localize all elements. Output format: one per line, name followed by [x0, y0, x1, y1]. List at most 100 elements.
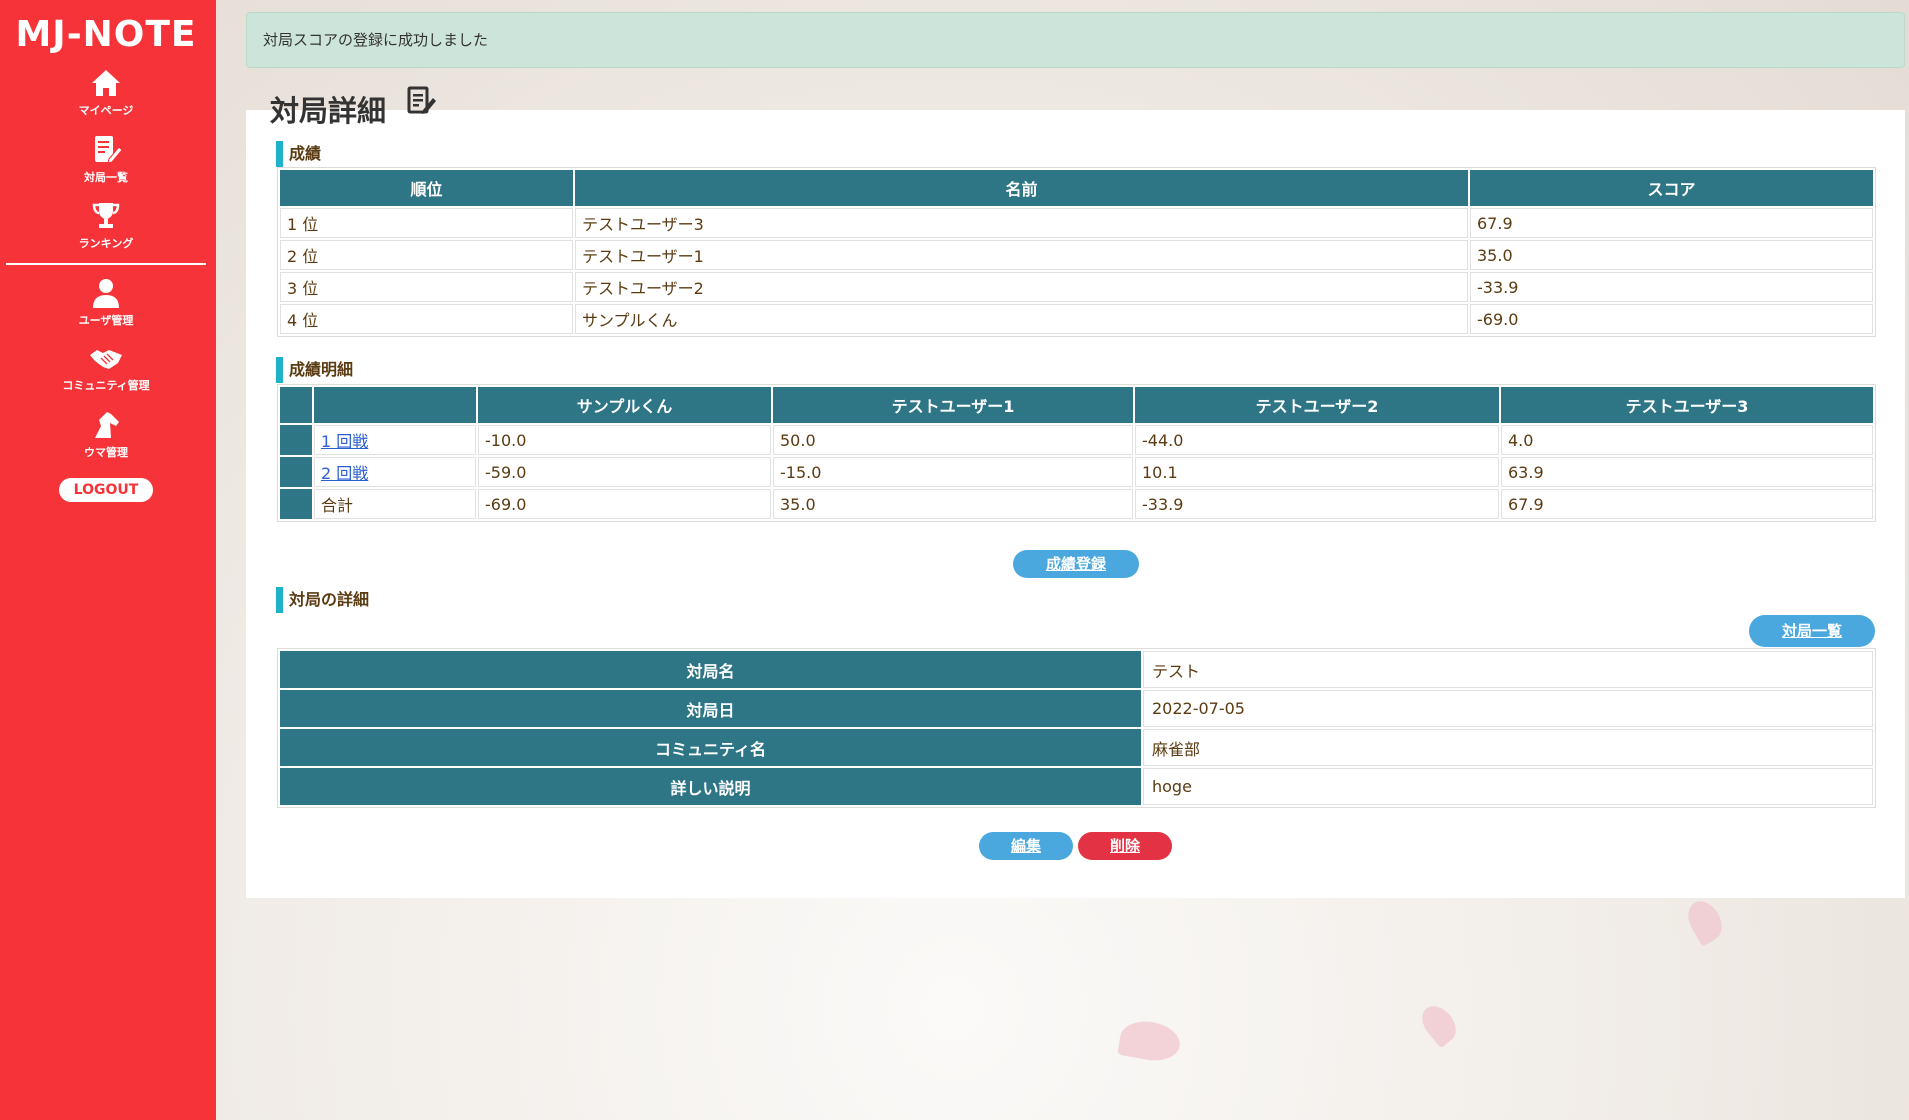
name-cell: テストユーザー1: [575, 240, 1468, 270]
results-heading: 成績: [276, 141, 321, 167]
score-cell: 4.0: [1501, 425, 1873, 455]
user-icon: [0, 276, 212, 310]
field-label: 詳しい説明: [280, 768, 1141, 805]
table-row: 詳しい説明 hoge: [280, 768, 1873, 805]
edit-note-icon: [407, 86, 436, 114]
score-cell: -69.0: [1470, 304, 1873, 334]
sidebar-item-match-list[interactable]: 対局一覧: [0, 133, 212, 185]
score-cell: -10.0: [478, 425, 771, 455]
score-cell: 35.0: [1470, 240, 1873, 270]
name-cell: テストユーザー2: [575, 272, 1468, 302]
column-header-rank: 順位: [280, 170, 573, 206]
round-cell: 2 回戦: [314, 457, 476, 487]
column-header-round: [314, 387, 476, 423]
score-cell: 63.9: [1501, 457, 1873, 487]
delete-button[interactable]: 削除: [1078, 832, 1172, 860]
field-label: 対局日: [280, 690, 1141, 727]
field-value: 麻雀部: [1143, 729, 1873, 766]
column-header-player: サンプルくん: [478, 387, 771, 423]
table-header-row: 順位 名前 スコア: [280, 170, 1873, 206]
score-cell: 67.9: [1470, 208, 1873, 238]
horse-icon: [0, 408, 212, 442]
table-header-row: サンプルくん テストユーザー1 テストユーザー2 テストユーザー3: [280, 387, 1873, 423]
table-row: 3 位 テストユーザー2 -33.9: [280, 272, 1873, 302]
details-heading: 成績明細: [276, 357, 353, 383]
sidebar-item-uma-management[interactable]: ウマ管理: [0, 408, 212, 460]
field-label: コミュニティ名: [280, 729, 1141, 766]
edit-button[interactable]: 編集: [979, 832, 1073, 860]
score-cell: -69.0: [478, 489, 771, 519]
sidebar-item-label: ランキング: [78, 237, 134, 250]
table-row: 対局名 テスト: [280, 651, 1873, 688]
round-link[interactable]: 2 回戦: [321, 464, 368, 483]
table-row: 合計 -69.0 35.0 -33.9 67.9: [280, 489, 1873, 519]
score-cell: 67.9: [1501, 489, 1873, 519]
field-value: hoge: [1143, 768, 1873, 805]
table-row: 対局日 2022-07-05: [280, 690, 1873, 727]
rank-cell: 3 位: [280, 272, 573, 302]
sidebar-item-community-management[interactable]: コミュニティ管理: [0, 341, 212, 393]
score-cell: 10.1: [1135, 457, 1499, 487]
field-value: テスト: [1143, 651, 1873, 688]
sidebar-divider: [6, 263, 206, 265]
trophy-icon: [0, 199, 212, 233]
score-cell: -15.0: [773, 457, 1133, 487]
sidebar-item-label: ウマ管理: [84, 446, 128, 459]
score-cell: 50.0: [773, 425, 1133, 455]
column-header-stub: [280, 387, 312, 423]
score-cell: -44.0: [1135, 425, 1499, 455]
name-cell: サンプルくん: [575, 304, 1468, 334]
app-logo[interactable]: MJ-NOTE: [0, 14, 212, 55]
sidebar-item-label: 対局一覧: [84, 171, 128, 184]
column-header-player: テストユーザー2: [1135, 387, 1499, 423]
sakura-petal-decoration: [1415, 999, 1463, 1049]
table-row: 2 位 テストユーザー1 35.0: [280, 240, 1873, 270]
rank-cell: 2 位: [280, 240, 573, 270]
sidebar-item-ranking[interactable]: ランキング: [0, 199, 212, 251]
score-details-table: サンプルくん テストユーザー1 テストユーザー2 テストユーザー3 1 回戦 -…: [277, 384, 1876, 522]
handshake-icon: [0, 341, 212, 375]
column-header-name: 名前: [575, 170, 1468, 206]
score-cell: -33.9: [1470, 272, 1873, 302]
sakura-petal-decoration: [1681, 895, 1729, 947]
score-cell: -33.9: [1135, 489, 1499, 519]
sidebar-item-mypage[interactable]: マイページ: [0, 66, 212, 118]
field-label: 対局名: [280, 651, 1141, 688]
match-list-button[interactable]: 対局一覧: [1749, 615, 1875, 647]
row-stub: [280, 425, 312, 455]
sidebar-item-label: コミュニティ管理: [62, 379, 150, 392]
table-row: コミュニティ名 麻雀部: [280, 729, 1873, 766]
name-cell: テストユーザー3: [575, 208, 1468, 238]
register-score-button[interactable]: 成績登録: [1013, 550, 1139, 578]
round-cell: 1 回戦: [314, 425, 476, 455]
score-cell: -59.0: [478, 457, 771, 487]
rank-cell: 4 位: [280, 304, 573, 334]
edit-note-icon: [0, 133, 212, 167]
column-header-player: テストユーザー1: [773, 387, 1133, 423]
rank-cell: 1 位: [280, 208, 573, 238]
table-row: 1 位 テストユーザー3 67.9: [280, 208, 1873, 238]
page-title: 対局詳細: [270, 94, 387, 128]
sidebar: MJ-NOTE マイページ 対局一覧 ランキング ユーザ管理 コミュニティ管理: [0, 0, 216, 1120]
table-row: 2 回戦 -59.0 -15.0 10.1 63.9: [280, 457, 1873, 487]
results-table: 順位 名前 スコア 1 位 テストユーザー3 67.9 2 位 テストユーザー1…: [277, 167, 1876, 337]
match-details-heading: 対局の詳細: [276, 587, 369, 613]
sidebar-item-label: マイページ: [78, 104, 134, 117]
row-stub: [280, 457, 312, 487]
logout-button[interactable]: LOGOUT: [59, 478, 153, 502]
field-value: 2022-07-05: [1143, 690, 1873, 727]
row-stub: [280, 489, 312, 519]
table-row: 1 回戦 -10.0 50.0 -44.0 4.0: [280, 425, 1873, 455]
table-row: 4 位 サンプルくん -69.0: [280, 304, 1873, 334]
column-header-score: スコア: [1470, 170, 1873, 206]
sakura-petal-decoration: [1117, 1017, 1183, 1065]
total-label-cell: 合計: [314, 489, 476, 519]
success-alert: 対局スコアの登録に成功しました: [246, 12, 1905, 68]
match-info-table: 対局名 テスト 対局日 2022-07-05 コミュニティ名 麻雀部 詳しい説明…: [277, 648, 1876, 808]
sidebar-item-user-management[interactable]: ユーザ管理: [0, 276, 212, 328]
round-link[interactable]: 1 回戦: [321, 432, 368, 451]
home-icon: [0, 66, 212, 100]
column-header-player: テストユーザー3: [1501, 387, 1873, 423]
score-cell: 35.0: [773, 489, 1133, 519]
sidebar-item-label: ユーザ管理: [78, 314, 134, 327]
